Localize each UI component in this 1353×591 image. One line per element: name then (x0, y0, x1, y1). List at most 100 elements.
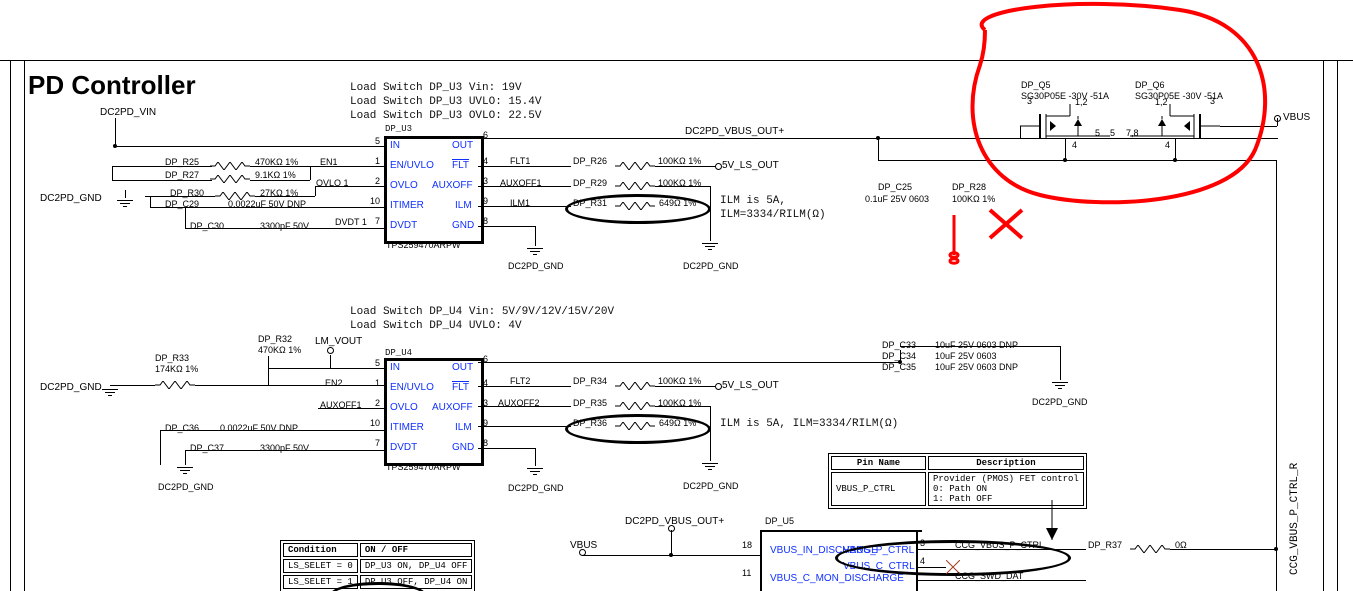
u4-n10: 10 (370, 418, 380, 428)
border-right-2 (1337, 60, 1338, 591)
ctrl-r1c2a: Provider (PMOS) FET control (933, 474, 1079, 484)
u3-pin-auxoff: AUXOFF (432, 180, 473, 191)
w (1065, 138, 1066, 160)
w (535, 226, 536, 246)
c36-val: 0.0022uF 50V DNP (220, 423, 298, 433)
net-5vlsout-2: 5V_LS_OUT (722, 380, 779, 391)
junction-dot (1063, 158, 1067, 162)
w (916, 567, 946, 568)
w (185, 450, 384, 451)
gnd-icon (527, 246, 543, 260)
u4-pin-ilm: ILM (455, 422, 472, 433)
w (315, 186, 384, 187)
w (710, 186, 711, 241)
w (655, 166, 715, 167)
r29-ref: DP_R29 (573, 178, 607, 188)
gnd-lbl-1: DC2PD_GND (508, 261, 564, 271)
w (310, 166, 311, 180)
net-vbus-top: VBUS (1283, 112, 1310, 123)
u4-n1: 1 (375, 378, 380, 388)
w (878, 160, 1276, 161)
w (900, 346, 1060, 347)
net-5vlsout-1: 5V_LS_OUT (722, 160, 779, 171)
w (478, 166, 571, 167)
ctrl-h2: Description (928, 456, 1084, 470)
gnd-lbl-3: DC2PD_GND (158, 482, 214, 492)
u4-refdes: DP_U4 (385, 348, 412, 358)
r27-ref: DP_R27 (165, 170, 199, 180)
gnd-icon (702, 241, 718, 255)
w (185, 450, 186, 465)
note-ilm1a: ILM is 5A, (720, 195, 786, 207)
page-title: PD Controller (28, 70, 196, 101)
q5-ref: DP_Q5 (1021, 80, 1051, 90)
resistor-icon (615, 162, 655, 170)
hand-circle-icon (565, 414, 711, 444)
resistor-icon (615, 402, 655, 410)
r35-ref: DP_R35 (573, 398, 607, 408)
w (112, 166, 212, 167)
r33-ref: DP_R33 (155, 353, 189, 363)
c30-ref: DP_C30 (190, 221, 224, 231)
u3-pin-out: OUT (452, 140, 473, 151)
w (318, 408, 384, 409)
ctrl-h1: Pin Name (831, 456, 926, 470)
r26-ref: DP_R26 (573, 156, 607, 166)
w (1170, 549, 1276, 550)
u3-n10: 10 (370, 196, 380, 206)
u3-pin-itimer: ITIMER (390, 200, 424, 211)
w (125, 190, 126, 198)
w (250, 180, 310, 181)
sig-flt2: FLT2 (510, 376, 530, 386)
net-flag-icon (715, 163, 722, 170)
gnd-icon (1052, 380, 1068, 394)
w (160, 430, 384, 431)
c37-val: 3300pF 50V (260, 443, 309, 453)
resistor-icon (210, 175, 250, 183)
gnd-icon (177, 465, 193, 479)
w (535, 448, 536, 466)
u3-n9: 9 (483, 196, 488, 206)
c34-val: 10uF 25V 0603 (935, 351, 997, 361)
u4-part: TPS259470ARPW (386, 462, 461, 472)
w (110, 385, 155, 386)
w (195, 385, 384, 386)
u4-pin-in: IN (390, 362, 400, 373)
sig-flt1: FLT1 (510, 156, 530, 166)
net-vbusoutp-2: DC2PD_VBUS_OUT+ (625, 516, 724, 527)
junction-dot (876, 136, 880, 140)
note-u4-vin: Load Switch DP_U4 Vin: 5V/9V/12V/15V/20V (350, 306, 614, 318)
u3-n4: 4 (483, 156, 488, 166)
u3-n3: 3 (483, 176, 488, 186)
note-ilm2: ILM is 5A, ILM=3334/RILM(Ω) (720, 418, 898, 430)
u4-n8: 8 (483, 438, 488, 448)
w (1020, 126, 1021, 138)
gnd-lbl-5: DC2PD_GND (683, 481, 739, 491)
u3-pin-dvdt: DVDT (390, 220, 417, 231)
u3-pin-ovlo: OVLO (390, 180, 418, 191)
sel-r1c2: DP_U3 ON, DP_U4 OFF (360, 559, 473, 573)
c34-ref: DP_C34 (882, 351, 916, 361)
note-ilm1b: ILM=3334/RILM(Ω) (720, 209, 826, 221)
w (250, 166, 384, 167)
sel-h2: ON / OFF (360, 543, 473, 557)
q6-p3: 3 (1210, 96, 1215, 106)
w (478, 186, 571, 187)
gnd-lbl-4: DC2PD_GND (508, 483, 564, 493)
net-ccg-swd-dat: CCG_SWD_DAT (955, 571, 1023, 581)
r34-val: 100KΩ 1% (658, 376, 701, 386)
w (115, 118, 116, 146)
ctrl-r1c1: VBUS_P_CTRL (831, 472, 926, 506)
sig-dvdt1: DVDT 1 (335, 217, 367, 227)
u4-pin-dvdt: DVDT (390, 442, 417, 453)
u4-n2: 2 (375, 398, 380, 408)
u5-refdes: DP_U5 (765, 516, 794, 526)
r28-ref: DP_R28 (952, 182, 986, 192)
border-right-1 (1323, 60, 1324, 591)
w (671, 530, 672, 555)
u3-pin-in: IN (390, 140, 400, 151)
ctrl-r1c2: Provider (PMOS) FET control 0: Path ON 1… (928, 472, 1084, 506)
w (115, 146, 384, 147)
w (150, 196, 151, 207)
r37-ref: DP_R37 (1088, 540, 1122, 550)
